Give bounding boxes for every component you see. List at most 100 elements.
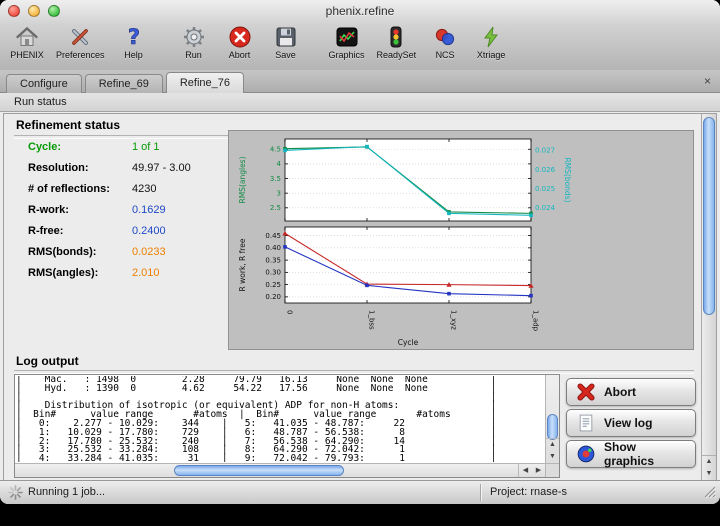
log-vertical-scrollbar-thumb[interactable] — [547, 414, 558, 440]
toolbar-button-label: Graphics — [329, 50, 365, 60]
window-title: phenix.refine — [0, 0, 720, 22]
scrollbar-corner — [545, 463, 559, 477]
stat-value: 0.2400 — [132, 225, 166, 237]
stat-label: R-work: — [28, 204, 132, 216]
log-text: | Mac. : 1498 0 2.28 79.79 16.13 None No… — [16, 376, 544, 462]
stat-label: R-free: — [28, 225, 132, 237]
scroll-up-icon[interactable]: ▲ — [546, 439, 559, 451]
view-log-button[interactable]: View log — [566, 409, 696, 437]
toolbar-button-graphics[interactable]: Graphics — [325, 24, 369, 61]
log-vertical-scrollbar[interactable]: ▲ ▼ — [545, 375, 559, 463]
log-output-box: | Mac. : 1498 0 2.28 79.79 16.13 None No… — [14, 374, 560, 478]
close-tab-icon[interactable]: × — [704, 74, 711, 88]
svg-text:1_bss: 1_bss — [368, 310, 376, 330]
toolbar-button-readyset[interactable]: ReadySet — [373, 24, 421, 61]
svg-text:3.5: 3.5 — [270, 175, 281, 183]
scroll-right-icon[interactable]: ▶ — [532, 464, 545, 476]
stat-r-free: R-free:0.2400 — [28, 225, 226, 246]
toolbar-button-label: Preferences — [56, 50, 105, 60]
status-bar: Running 1 job... Project: rnase-s — [0, 480, 720, 504]
svg-text:3: 3 — [277, 189, 281, 197]
tab-configure[interactable]: Configure — [6, 74, 82, 94]
toolbar-button-abort[interactable]: Abort — [219, 24, 261, 61]
button-label: Abort — [604, 385, 636, 399]
svg-text:0.35: 0.35 — [265, 256, 281, 264]
tab-refine-76[interactable]: Refine_76 — [166, 72, 244, 93]
refinement-stats: Cycle:1 of 1 Resolution:49.97 - 3.00# of … — [28, 141, 226, 288]
main-toolbar: PHENIXPreferences?HelpRunAbortSaveGraphi… — [0, 22, 720, 71]
svg-text:1_xyz: 1_xyz — [450, 310, 458, 330]
minimize-window-button[interactable] — [28, 5, 40, 17]
app-window: phenix.refine PHENIXPreferences?HelpRunA… — [0, 0, 720, 504]
stat-rms-bonds: RMS(bonds):0.0233 — [28, 246, 226, 267]
subtab-run-status[interactable]: Run status — [0, 93, 720, 112]
scroll-down-icon[interactable]: ▼ — [546, 451, 559, 463]
stat-value: 0.1629 — [132, 204, 166, 216]
statusbar-divider — [480, 484, 481, 501]
window-controls — [8, 5, 60, 17]
stat-label: RMS(bonds): — [28, 246, 132, 258]
log-horizontal-scrollbar[interactable]: ◀ ▶ — [15, 463, 545, 477]
svg-text:Cycle: Cycle — [398, 338, 419, 347]
svg-text:2.5: 2.5 — [270, 204, 281, 212]
svg-text:0.20: 0.20 — [265, 293, 281, 301]
toolbar-button-label: ReadySet — [377, 50, 417, 60]
button-label: View log — [604, 416, 652, 430]
svg-text:0.30: 0.30 — [265, 269, 281, 277]
svg-text:0.45: 0.45 — [265, 232, 281, 240]
close-window-button[interactable] — [8, 5, 20, 17]
title-bar[interactable]: phenix.refine — [0, 0, 720, 22]
abort-x-icon — [576, 382, 596, 402]
show-graphics-button[interactable]: Show graphics — [566, 440, 696, 468]
toolbar-button-label: Help — [124, 50, 143, 60]
graphics-plot-icon — [335, 25, 359, 49]
stat-value: 0.0233 — [132, 246, 166, 258]
status-text: Running 1 job... — [28, 486, 105, 498]
phenix-home-icon — [15, 25, 39, 49]
log-horizontal-scrollbar-thumb[interactable] — [174, 465, 344, 476]
xtriage-bolt-icon — [479, 25, 503, 49]
resize-grip[interactable] — [704, 486, 716, 501]
svg-text:0.40: 0.40 — [265, 244, 281, 252]
scroll-down-icon[interactable]: ▼ — [702, 468, 716, 480]
scroll-up-icon[interactable]: ▲ — [702, 456, 716, 468]
subtab-label: Run status — [14, 96, 67, 108]
toolbar-button-run[interactable]: Run — [173, 24, 215, 61]
refinement-chart: 2.533.544.50.0240.0250.0260.027RMS(angle… — [228, 130, 694, 350]
abort-button[interactable]: Abort — [566, 378, 696, 406]
toolbar-button-xtriage[interactable]: Xtriage — [470, 24, 512, 61]
toolbar-button-help[interactable]: ?Help — [113, 24, 155, 61]
stat-resolution: Resolution:49.97 - 3.00 — [28, 162, 226, 183]
abort-circle-x-icon — [228, 25, 252, 49]
project-label: Project: rnase-s — [490, 486, 567, 498]
toolbar-button-ncs[interactable]: NCS — [424, 24, 466, 61]
tab-refine-69[interactable]: Refine_69 — [85, 74, 163, 94]
stat-value: 49.97 - 3.00 — [132, 162, 191, 174]
window-header: phenix.refine PHENIXPreferences?HelpRunA… — [0, 0, 720, 71]
help-question-icon: ? — [122, 25, 146, 49]
tab-bar: ConfigureRefine_69Refine_76 × — [0, 70, 720, 93]
stat-label: # of reflections: — [28, 183, 132, 195]
toolbar-button-save[interactable]: Save — [265, 24, 307, 61]
toolbar-button-label: Abort — [229, 50, 251, 60]
stat-label: RMS(angles): — [28, 267, 132, 279]
toolbar-button-preferences[interactable]: Preferences — [52, 24, 109, 61]
svg-text:4: 4 — [277, 160, 282, 168]
toolbar-button-phenix[interactable]: PHENIX — [6, 24, 48, 61]
toolbar-button-label: Xtriage — [477, 50, 506, 60]
scroll-left-icon[interactable]: ◀ — [519, 464, 532, 476]
run-gear-icon — [182, 25, 206, 49]
main-vertical-scrollbar-thumb[interactable] — [703, 117, 715, 315]
stat-value: 1 of 1 — [132, 141, 160, 153]
stat-value: 4230 — [132, 183, 156, 195]
view-log-icon — [576, 413, 596, 433]
svg-text:0.25: 0.25 — [265, 281, 281, 289]
zoom-window-button[interactable] — [48, 5, 60, 17]
svg-text:4.5: 4.5 — [270, 146, 281, 154]
stat-of-reflections: # of reflections:4230 — [28, 183, 226, 204]
svg-text:0.027: 0.027 — [535, 147, 555, 155]
svg-text:0.025: 0.025 — [535, 185, 555, 193]
svg-text:1_adp: 1_adp — [532, 310, 540, 332]
stat-label: Cycle: — [28, 141, 132, 153]
main-vertical-scrollbar[interactable]: ▲ ▼ — [701, 114, 716, 480]
